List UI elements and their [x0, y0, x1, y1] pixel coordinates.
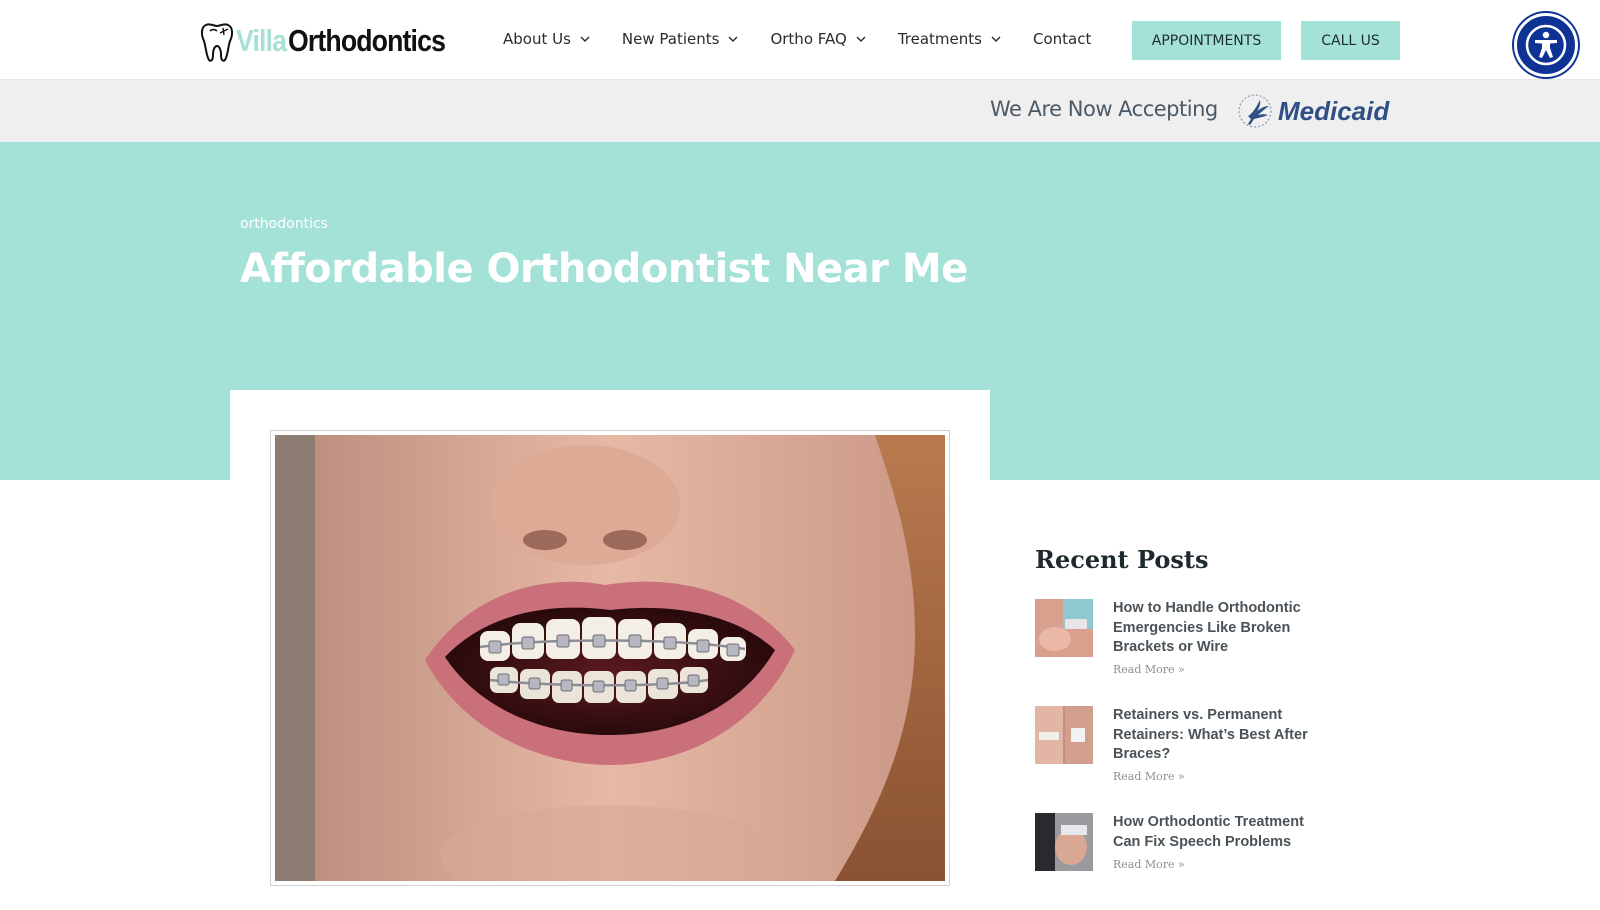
- nav-item-ortho-faq[interactable]: Ortho FAQ: [770, 30, 866, 48]
- featured-image-braces-smile: [275, 435, 945, 881]
- category-link[interactable]: orthodontics: [240, 216, 328, 232]
- medicaid-banner: We Are Now Accepting Medicaid: [0, 80, 1600, 142]
- recent-post-item: How Orthodontic Treatment Can Fix Speech…: [1035, 813, 1335, 883]
- read-more-link[interactable]: Read More »: [1113, 770, 1185, 783]
- site-header: Villa Orthodontics About Us New Patients…: [0, 0, 1600, 80]
- chevron-down-icon: [991, 36, 1001, 42]
- logo-text-orthodontics: Orthodontics: [288, 23, 446, 58]
- read-more-link[interactable]: Read More »: [1113, 663, 1185, 676]
- tooth-icon: [200, 23, 234, 62]
- chevron-down-icon: [728, 36, 738, 42]
- recent-post-item: Retainers vs. Permanent Retainers: What’…: [1035, 706, 1335, 796]
- accessibility-button[interactable]: [1514, 13, 1578, 77]
- nav-label: New Patients: [621, 30, 720, 48]
- medicaid-logo: Medicaid: [1236, 92, 1389, 130]
- post-thumbnail[interactable]: [1035, 813, 1093, 871]
- nav-label: Contact: [1032, 30, 1092, 48]
- nav-label: About Us: [503, 30, 571, 48]
- nav-label: Ortho FAQ: [770, 30, 847, 48]
- post-title[interactable]: Retainers vs. Permanent Retainers: What’…: [1113, 706, 1318, 765]
- logo-text-villa: Villa: [236, 23, 287, 58]
- post-thumbnail[interactable]: [1035, 599, 1093, 657]
- medicaid-text: Medicaid: [1278, 95, 1390, 126]
- recent-posts-sidebar: Recent Posts How to Handle Orthodontic E…: [1035, 545, 1335, 871]
- post-title[interactable]: How to Handle Orthodontic Emergencies Li…: [1113, 599, 1318, 658]
- nav-item-contact[interactable]: Contact: [1033, 30, 1091, 48]
- accessibility-person-icon: [1525, 24, 1567, 66]
- page-title: Affordable Orthodontist Near Me: [240, 246, 968, 292]
- nav-item-new-patients[interactable]: New Patients: [622, 30, 739, 48]
- nav-label: Treatments: [897, 30, 982, 48]
- chevron-down-icon: [580, 36, 590, 42]
- accepting-text: We Are Now Accepting: [990, 97, 1218, 121]
- article-card: [230, 390, 990, 910]
- chevron-down-icon: [856, 36, 866, 42]
- main-nav: About Us New Patients Ortho FAQ Treatmen…: [503, 27, 1127, 51]
- post-title[interactable]: How Orthodontic Treatment Can Fix Speech…: [1113, 813, 1318, 852]
- nav-item-about-us[interactable]: About Us: [503, 30, 590, 48]
- read-more-link[interactable]: Read More »: [1113, 858, 1185, 871]
- featured-image-frame: [270, 430, 950, 886]
- post-thumbnail[interactable]: [1035, 706, 1093, 764]
- recent-post-item: How to Handle Orthodontic Emergencies Li…: [1035, 599, 1335, 689]
- medicaid-eagle-icon: [1238, 94, 1272, 128]
- call-us-button[interactable]: CALL US: [1301, 21, 1400, 60]
- nav-item-treatments[interactable]: Treatments: [898, 30, 1001, 48]
- site-logo[interactable]: Villa Orthodontics: [198, 18, 471, 64]
- appointments-button[interactable]: APPOINTMENTS: [1132, 21, 1281, 60]
- recent-posts-heading: Recent Posts: [1035, 545, 1209, 574]
